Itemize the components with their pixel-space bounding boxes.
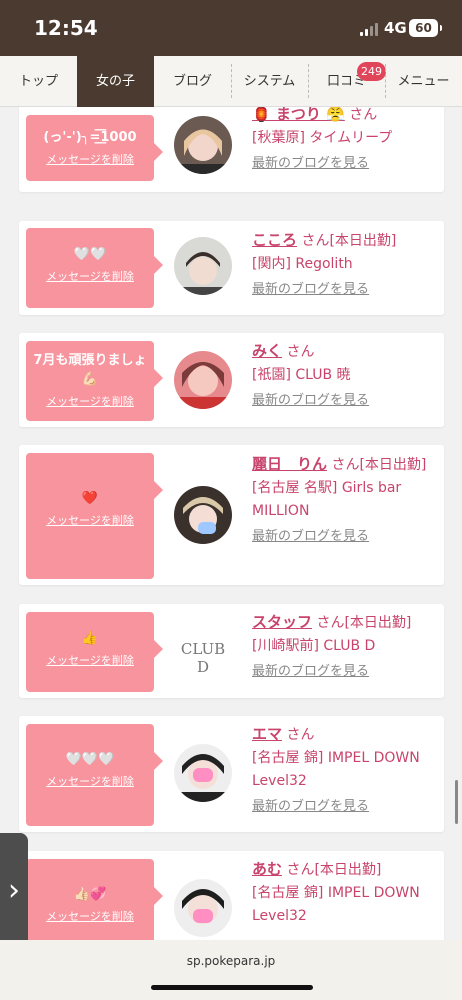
list-item: (っ'-')╮=͟͟͞͞1000 メッセージを削除 🏮 まつり 😤 さん [秋葉… bbox=[19, 107, 444, 192]
girl-name-link[interactable]: スタッフ bbox=[252, 613, 312, 631]
message-text: 👍🏻💞 bbox=[73, 887, 107, 902]
tab-menu[interactable]: メニュー bbox=[385, 56, 462, 107]
message-bubble: 7月も頑張りましょ💪🏻 メッセージを削除 bbox=[26, 341, 163, 421]
avatar[interactable] bbox=[174, 486, 232, 544]
delete-message-button[interactable]: メッセージを削除 bbox=[46, 512, 134, 528]
list-item: 👍🏻💞 メッセージを削除 あむ さん[本日出勤] [名古屋 錦] IMPEL D… bbox=[19, 851, 444, 940]
shop-name: [名古屋 錦] IMPEL DOWN Level32 bbox=[252, 885, 420, 924]
honorific: さん bbox=[344, 107, 378, 123]
message-bubble: 🤍🤍🤍 メッセージを削除 bbox=[26, 724, 163, 826]
honorific: さん[本日出勤] bbox=[297, 233, 397, 249]
list-item: ❤️ メッセージを削除 麗日 りん さん[本日出勤] [名古屋 名駅] Girl… bbox=[19, 445, 444, 585]
honorific: さん bbox=[282, 344, 315, 360]
avatar[interactable] bbox=[174, 237, 232, 295]
message-text: (っ'-')╮=͟͟͞͞1000 bbox=[43, 130, 137, 145]
girl-name-link[interactable]: 麗日 りん bbox=[252, 455, 327, 473]
latest-blog-link[interactable]: 最新のブログを見る bbox=[252, 152, 438, 175]
tab-blog[interactable]: ブログ bbox=[154, 56, 231, 107]
shop-name: [祇園] CLUB 暁 bbox=[252, 367, 351, 383]
message-bubble: (っ'-')╮=͟͟͞͞1000 メッセージを削除 bbox=[26, 115, 163, 181]
browser-url-bar[interactable]: sp.pokepara.jp bbox=[0, 940, 462, 1000]
message-text: 🤍🤍 bbox=[73, 247, 107, 262]
latest-blog-link[interactable]: 最新のブログを見る bbox=[252, 525, 438, 548]
delete-message-button[interactable]: メッセージを削除 bbox=[46, 268, 134, 284]
delete-message-button[interactable]: メッセージを削除 bbox=[46, 393, 134, 409]
club-logo[interactable]: CLUB D bbox=[174, 622, 232, 680]
tab-top[interactable]: トップ bbox=[0, 56, 77, 107]
delete-message-button[interactable]: メッセージを削除 bbox=[46, 773, 134, 789]
network-type: 4G bbox=[384, 19, 407, 37]
honorific: さん[本日出勤] bbox=[327, 457, 427, 473]
delete-message-button[interactable]: メッセージを削除 bbox=[46, 652, 134, 668]
message-bubble: 👍🏻💞 メッセージを削除 bbox=[26, 859, 163, 940]
avatar[interactable] bbox=[174, 351, 232, 409]
delete-message-button[interactable]: メッセージを削除 bbox=[46, 908, 134, 924]
side-drawer-toggle[interactable]: › bbox=[0, 833, 28, 949]
avatar[interactable] bbox=[174, 879, 232, 937]
clock: 12:54 bbox=[34, 16, 98, 40]
status-bar: 12:54 4G 60 bbox=[0, 0, 462, 56]
message-bubble: 👍 メッセージを削除 bbox=[26, 612, 163, 692]
message-text: 👍 bbox=[81, 631, 99, 646]
honorific: さん[本日出勤] bbox=[282, 862, 382, 878]
girl-name-link[interactable]: あむ bbox=[252, 860, 282, 878]
honorific: さん[本日出勤] bbox=[312, 615, 412, 631]
list-item: 🤍🤍 メッセージを削除 こころ さん[本日出勤] [関内] Regolith 最… bbox=[19, 221, 444, 315]
tab-girls[interactable]: 女の子 bbox=[77, 56, 154, 107]
honorific: さん bbox=[282, 727, 315, 743]
message-text: ❤️ bbox=[81, 491, 99, 506]
home-indicator[interactable] bbox=[151, 985, 313, 990]
message-text: 🤍🤍🤍 bbox=[65, 752, 115, 767]
list-item: 🤍🤍🤍 メッセージを削除 エマ さん [名古屋 錦] IMPEL DOWN Le… bbox=[19, 716, 444, 832]
shop-name: [川崎駅前] CLUB D bbox=[252, 638, 376, 654]
latest-blog-link[interactable]: 最新のブログを見る bbox=[252, 278, 438, 301]
reviews-count-badge: 249 bbox=[357, 62, 386, 81]
delete-message-button[interactable]: メッセージを削除 bbox=[46, 151, 134, 167]
avatar[interactable] bbox=[174, 744, 232, 802]
club-logo-text: CLUB D bbox=[180, 640, 226, 676]
message-text: 7月も頑張りましょ💪🏻 bbox=[33, 353, 147, 387]
girl-name-link[interactable]: みく bbox=[252, 342, 282, 360]
shop-name: [名古屋 錦] IMPEL DOWN Level32 bbox=[252, 750, 420, 789]
shop-name: [関内] Regolith bbox=[252, 256, 353, 272]
girl-name-link[interactable]: こころ bbox=[252, 231, 297, 249]
girl-name-link[interactable]: エマ bbox=[252, 725, 282, 743]
shop-name: [秋葉原] タイムリープ bbox=[252, 130, 393, 146]
url-text: sp.pokepara.jp bbox=[186, 954, 276, 968]
favorites-list: (っ'-')╮=͟͟͞͞1000 メッセージを削除 🏮 まつり 😤 さん [秋葉… bbox=[0, 107, 462, 940]
list-item: 7月も頑張りましょ💪🏻 メッセージを削除 みく さん [祇園] CLUB 暁 最… bbox=[19, 333, 444, 427]
latest-blog-link[interactable]: 最新のブログを見る bbox=[252, 795, 438, 818]
latest-blog-link[interactable]: 最新のブログを見る bbox=[252, 660, 438, 683]
avatar[interactable] bbox=[174, 116, 232, 174]
message-bubble: ❤️ メッセージを削除 bbox=[26, 453, 163, 579]
top-nav: トップ 女の子 ブログ システム 口コミ 249 メニュー bbox=[0, 56, 462, 107]
list-item: 👍 メッセージを削除 CLUB D スタッフ さん[本日出勤] [川崎駅前] C… bbox=[19, 604, 444, 698]
girl-name-link[interactable]: 🏮 まつり 😤 bbox=[252, 107, 345, 123]
scrollbar[interactable] bbox=[455, 780, 458, 824]
shop-name: [名古屋 名駅] Girls bar MILLION bbox=[252, 480, 402, 519]
latest-blog-link[interactable]: 最新のブログを見る bbox=[252, 389, 438, 412]
battery-icon: 60 bbox=[409, 19, 442, 37]
message-bubble: 🤍🤍 メッセージを削除 bbox=[26, 228, 163, 308]
tab-system[interactable]: システム bbox=[231, 56, 308, 107]
signal-icon bbox=[360, 22, 380, 36]
